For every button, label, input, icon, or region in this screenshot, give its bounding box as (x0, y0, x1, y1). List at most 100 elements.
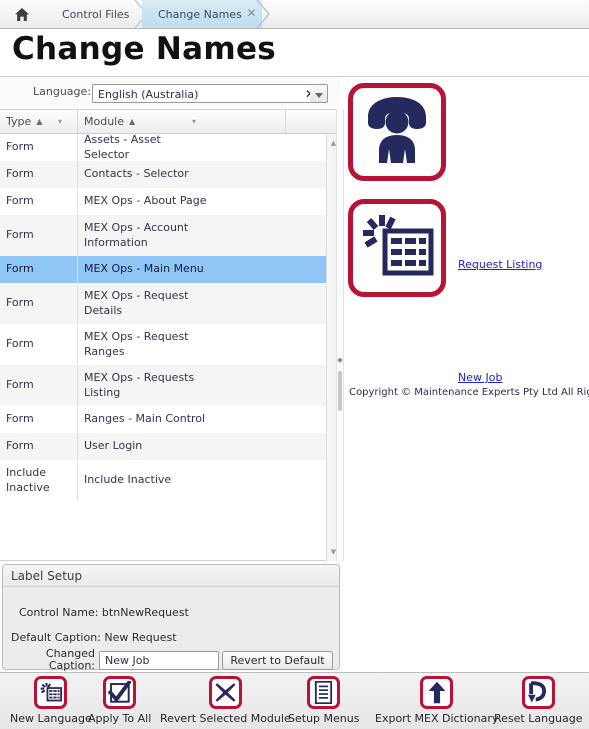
splitter-grip-dot: ◆ (337, 356, 343, 364)
phone-person-icon (360, 95, 434, 169)
column-header-type-label: Type (6, 115, 32, 128)
grid-header-row: Type ▲ ▾ Module ▲ ▾ (0, 110, 340, 134)
cell-module: Ranges - Main Control (84, 412, 206, 426)
new-language-icon (34, 676, 68, 709)
changed-caption-label: Changed Caption: (45, 647, 95, 672)
bottom-toolbar: New Language Apply To All Revert Selected … (0, 672, 589, 729)
table-row[interactable]: Form MEX Ops - About Page (0, 188, 326, 215)
check-icon (103, 676, 137, 709)
toolbar-button-label: Setup Menus (288, 712, 360, 725)
cell-type: Form (0, 256, 78, 283)
table-row[interactable]: Include Inactive Include Inactive (0, 460, 326, 501)
cell-module: MEX Ops - About Page (84, 194, 207, 208)
control-name-value: btnNewRequest (101, 606, 189, 619)
toolbar-button-new-language[interactable]: New Language (10, 676, 92, 725)
pane-splitter[interactable]: ◆ (336, 109, 344, 561)
page-title: Change Names (12, 31, 277, 67)
toolbar-button-label: Revert Selected Module (160, 712, 291, 725)
change-names-screen: Control Files Change Names ✕ Change Name… (0, 0, 589, 729)
cell-module: MEX Ops - Request Ranges (84, 329, 189, 358)
column-header-module-label: Module (84, 115, 124, 128)
toolbar-button-label: Reset Language (494, 712, 583, 725)
column-header-spacer (286, 110, 340, 133)
copyright-text: Copyright © Maintenance Experts Pty Ltd … (349, 387, 589, 398)
default-caption-row: Default Caption: New Request (11, 631, 177, 644)
default-caption-value: New Request (104, 631, 177, 644)
request-listing-link[interactable]: Request Listing (458, 258, 542, 271)
request-listing-tile[interactable] (348, 83, 446, 181)
table-row[interactable]: Form MEX Ops - Request Details (0, 283, 326, 324)
modules-grid: Type ▲ ▾ Module ▲ ▾ Form Assets - Asset S… (0, 109, 340, 561)
toolbar-button-apply-to-all[interactable]: Apply To All (88, 676, 151, 725)
cell-module: MEX Ops - Request Details (84, 288, 189, 317)
changed-caption-value: New Job (105, 654, 150, 667)
table-row[interactable]: Form User Login (0, 433, 326, 460)
default-caption-label: Default Caption: (11, 631, 101, 644)
control-name-row: Control Name: btnNewRequest (19, 606, 189, 619)
cell-module: User Login (84, 439, 143, 453)
table-row[interactable]: Form Assets - Asset Selector (0, 134, 326, 161)
language-dropdown-button[interactable] (310, 84, 328, 103)
table-row[interactable]: Form MEX Ops - Account Information (0, 215, 326, 256)
cell-type: Form (0, 215, 78, 256)
toolbar-button-revert-selected-module[interactable]: Revert Selected Module (160, 676, 291, 725)
cell-module: Assets - Asset Selector (84, 134, 161, 161)
home-icon (14, 7, 30, 22)
toolbar-button-export-mex-dictionary[interactable]: Export MEX Dictionary (375, 676, 498, 725)
new-job-link[interactable]: New Job (458, 371, 502, 384)
column-menu-type-icon[interactable]: ▾ (58, 117, 62, 126)
control-name-label: Control Name: (19, 606, 99, 619)
cell-module: Include Inactive (84, 473, 172, 487)
language-input[interactable]: English (Australia) ✕ (92, 84, 320, 103)
cross-icon (208, 676, 242, 709)
new-job-grid-icon (360, 211, 434, 285)
breadcrumb-label-change-names: Change Names (158, 7, 242, 21)
cell-type: Form (0, 134, 78, 161)
chevron-down-icon (314, 84, 323, 103)
table-row[interactable]: Form Ranges - Main Control (0, 406, 326, 433)
toolbar-button-label: Apply To All (88, 712, 152, 725)
breadcrumb-label-control-files: Control Files (62, 7, 130, 21)
breadcrumb-chevron-3 (256, 0, 270, 28)
cell-module: Contacts - Selector (84, 167, 189, 181)
table-row[interactable]: Form MEX Ops - Requests Listing (0, 365, 326, 406)
breadcrumb: Control Files Change Names ✕ (0, 0, 589, 29)
column-header-module[interactable]: Module ▲ (78, 110, 286, 133)
splitter-grip[interactable] (338, 371, 342, 411)
column-menu-module-icon[interactable]: ▾ (192, 117, 196, 126)
language-value: English (Australia) (98, 88, 199, 101)
revert-to-default-button[interactable]: Revert to Default (222, 651, 333, 670)
up-arrow-icon (420, 676, 454, 709)
language-label: Language: (33, 85, 91, 98)
toolbar-button-label: Export MEX Dictionary (375, 712, 499, 725)
preview-pane: Request Listing New Job Copyright © Main… (345, 78, 589, 561)
table-row[interactable]: Form MEX Ops - Main Menu (0, 256, 326, 283)
cell-type: Form (0, 324, 78, 365)
breadcrumb-item-change-names[interactable]: Change Names (142, 0, 262, 28)
toolbar-button-label: New Language (10, 712, 92, 725)
sort-asc-icon: ▲ (36, 117, 43, 126)
toolbar-button-setup-menus[interactable]: Setup Menus (288, 676, 359, 725)
cell-type: Include Inactive (0, 460, 78, 501)
table-row[interactable]: Form MEX Ops - Request Ranges (0, 324, 326, 365)
cell-type: Form (0, 161, 78, 188)
breadcrumb-item-control-files[interactable]: Control Files (44, 0, 142, 28)
new-job-tile[interactable] (348, 199, 446, 297)
cell-type: Form (0, 365, 78, 406)
cell-type: Form (0, 433, 78, 460)
cell-module: MEX Ops - Requests Listing (84, 370, 195, 399)
cell-type: Form (0, 406, 78, 433)
cell-type: Form (0, 283, 78, 324)
column-header-type[interactable]: Type ▲ (0, 110, 78, 133)
undo-icon (521, 676, 555, 709)
toolbar-button-reset-language[interactable]: Reset Language (494, 676, 583, 725)
cell-module: MEX Ops - Main Menu (78, 256, 208, 283)
changed-caption-input[interactable]: New Job (99, 651, 219, 670)
cell-module: MEX Ops - Account Information (84, 220, 189, 249)
table-row[interactable]: Form Contacts - Selector (0, 161, 326, 188)
menu-list-icon (307, 676, 341, 709)
breadcrumb-home-button[interactable] (0, 0, 44, 28)
label-setup-title: Label Setup (3, 565, 339, 587)
label-setup-panel: Label Setup Control Name: btnNewRequest … (2, 564, 340, 672)
grid-body[interactable]: Form Assets - Asset Selector Form Contacts … (0, 134, 326, 561)
